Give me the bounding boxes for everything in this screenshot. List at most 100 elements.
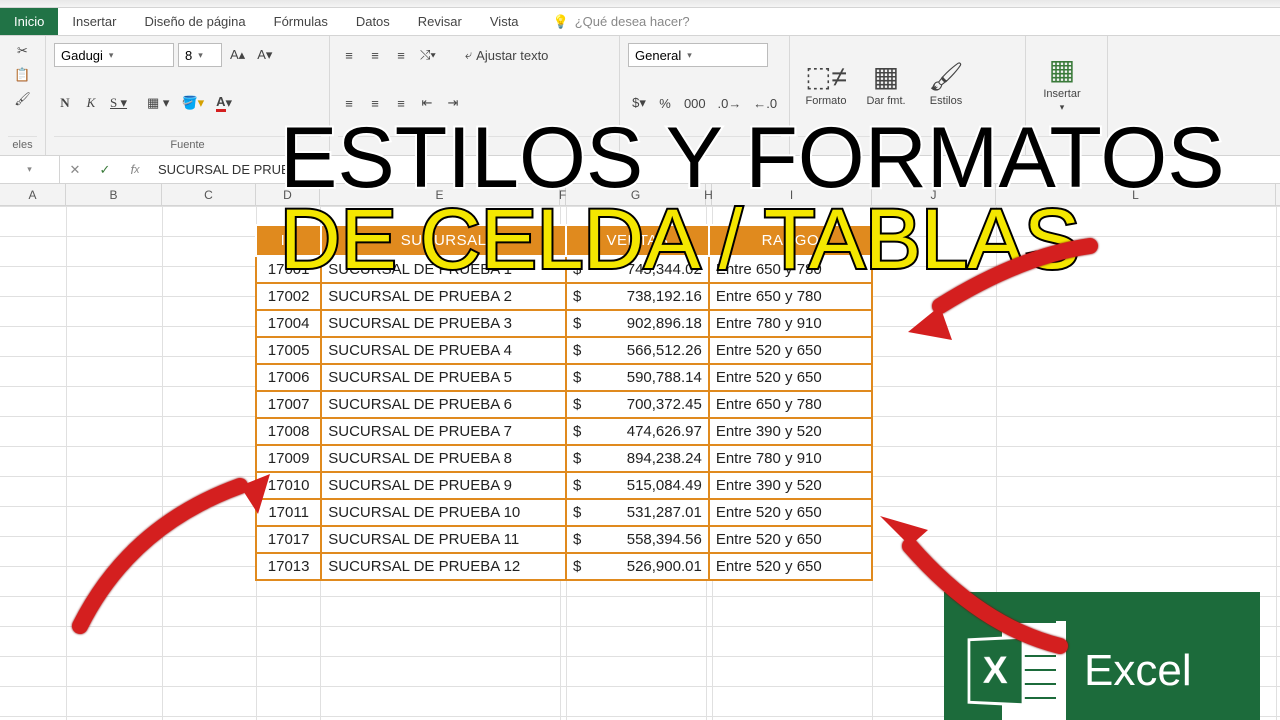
align-bottom-button[interactable]: ≡ xyxy=(390,44,412,66)
cell-sucursal[interactable]: SUCURSAL DE PRUEBA 11 xyxy=(321,526,566,553)
table-row[interactable]: 17010SUCURSAL DE PRUEBA 9$515,084.49Entr… xyxy=(256,472,872,499)
cell-ventas[interactable]: $590,788.14 xyxy=(566,364,709,391)
align-left-button[interactable]: ≡ xyxy=(338,92,360,114)
table-row[interactable]: 17004SUCURSAL DE PRUEBA 3$902,896.18Entr… xyxy=(256,310,872,337)
cell-sucursal[interactable]: SUCURSAL DE PRUEBA 9 xyxy=(321,472,566,499)
cut-icon[interactable]: ✂ xyxy=(8,40,37,62)
table-row[interactable]: 17005SUCURSAL DE PRUEBA 4$566,512.26Entr… xyxy=(256,337,872,364)
cell-sucursal[interactable]: SUCURSAL DE PRUEBA 8 xyxy=(321,445,566,472)
font-name-combo[interactable]: Gadugi ▾ xyxy=(54,43,174,67)
table-row[interactable]: 17001SUCURSAL DE PRUEBA 1$745,344.02Entr… xyxy=(256,256,872,283)
cell-styles-button[interactable]: 🖌 Estilos xyxy=(918,40,974,126)
cell-id[interactable]: 17004 xyxy=(256,310,321,337)
cell-id[interactable]: 17009 xyxy=(256,445,321,472)
cell-rango[interactable]: Entre 520 y 650 xyxy=(709,553,872,580)
cell-id[interactable]: 17002 xyxy=(256,283,321,310)
cell-ventas[interactable]: $558,394.56 xyxy=(566,526,709,553)
shrink-font-button[interactable]: A▾ xyxy=(253,44,276,66)
cell-sucursal[interactable]: SUCURSAL DE PRUEBA 6 xyxy=(321,391,566,418)
fx-button[interactable]: fx xyxy=(120,162,150,177)
border-button[interactable]: ▦ ▾ xyxy=(143,92,173,114)
name-box[interactable]: ▾ xyxy=(0,156,60,183)
number-format-combo[interactable]: General ▾ xyxy=(628,43,768,67)
orientation-button[interactable]: ⤭▾ xyxy=(416,44,440,66)
cell-id[interactable]: 17013 xyxy=(256,553,321,580)
column-header-D[interactable]: D xyxy=(256,184,320,205)
table-row[interactable]: 17007SUCURSAL DE PRUEBA 6$700,372.45Entr… xyxy=(256,391,872,418)
increase-decimal-button[interactable]: .0→ xyxy=(714,92,746,114)
col-rango-header[interactable]: RANGO xyxy=(709,225,872,256)
cell-ventas[interactable]: $526,900.01 xyxy=(566,553,709,580)
cell-ventas[interactable]: $474,626.97 xyxy=(566,418,709,445)
column-header-G[interactable]: G xyxy=(566,184,706,205)
col-ventas-header[interactable]: VENTAS xyxy=(566,225,709,256)
cell-rango[interactable]: Entre 390 y 520 xyxy=(709,418,872,445)
tab-datos[interactable]: Datos xyxy=(342,8,404,35)
wrap-text-button[interactable]: ⤶ Ajustar texto xyxy=(458,44,556,66)
align-top-button[interactable]: ≡ xyxy=(338,44,360,66)
cell-rango[interactable]: Entre 650 y 780 xyxy=(709,256,872,283)
cell-sucursal[interactable]: SUCURSAL DE PRUEBA 5 xyxy=(321,364,566,391)
comma-format-button[interactable]: 000 xyxy=(680,92,710,114)
percent-format-button[interactable]: % xyxy=(654,92,676,114)
tab-inicio[interactable]: Inicio xyxy=(0,8,58,35)
cell-sucursal[interactable]: SUCURSAL DE PRUEBA 12 xyxy=(321,553,566,580)
cell-sucursal[interactable]: SUCURSAL DE PRUEBA 10 xyxy=(321,499,566,526)
bold-button[interactable]: N xyxy=(54,92,76,114)
cell-id[interactable]: 17001 xyxy=(256,256,321,283)
formula-input[interactable] xyxy=(150,156,1280,183)
decrease-decimal-button[interactable]: ←.0 xyxy=(749,92,781,114)
cell-rango[interactable]: Entre 390 y 520 xyxy=(709,472,872,499)
table-row[interactable]: 17017SUCURSAL DE PRUEBA 11$558,394.56Ent… xyxy=(256,526,872,553)
cell-rango[interactable]: Entre 520 y 650 xyxy=(709,499,872,526)
cell-rango[interactable]: Entre 650 y 780 xyxy=(709,283,872,310)
worksheet-grid[interactable]: ID SUCURSAL VENTAS RANGO 17001SUCURSAL D… xyxy=(0,206,1280,720)
cell-id[interactable]: 17010 xyxy=(256,472,321,499)
underline-button[interactable]: S ▾ xyxy=(106,92,131,114)
italic-button[interactable]: K xyxy=(80,92,102,114)
cell-id[interactable]: 17006 xyxy=(256,364,321,391)
table-row[interactable]: 17011SUCURSAL DE PRUEBA 10$531,287.01Ent… xyxy=(256,499,872,526)
cell-id[interactable]: 17007 xyxy=(256,391,321,418)
tab-diseno[interactable]: Diseño de página xyxy=(130,8,259,35)
cancel-entry-button[interactable]: ✕ xyxy=(60,162,90,178)
cell-ventas[interactable]: $531,287.01 xyxy=(566,499,709,526)
table-row[interactable]: 17002SUCURSAL DE PRUEBA 2$738,192.16Entr… xyxy=(256,283,872,310)
cell-rango[interactable]: Entre 520 y 650 xyxy=(709,526,872,553)
align-right-button[interactable]: ≡ xyxy=(390,92,412,114)
cell-sucursal[interactable]: SUCURSAL DE PRUEBA 4 xyxy=(321,337,566,364)
table-row[interactable]: 17013SUCURSAL DE PRUEBA 12$526,900.01Ent… xyxy=(256,553,872,580)
table-row[interactable]: 17009SUCURSAL DE PRUEBA 8$894,238.24Entr… xyxy=(256,445,872,472)
column-header-E[interactable]: E xyxy=(320,184,560,205)
table-row[interactable]: 17006SUCURSAL DE PRUEBA 5$590,788.14Entr… xyxy=(256,364,872,391)
tell-me-search[interactable]: 💡 ¿Qué desea hacer? xyxy=(553,14,690,30)
grow-font-button[interactable]: A▴ xyxy=(226,44,249,66)
col-sucursal-header[interactable]: SUCURSAL xyxy=(321,225,566,256)
cell-rango[interactable]: Entre 650 y 780 xyxy=(709,391,872,418)
cell-rango[interactable]: Entre 520 y 650 xyxy=(709,337,872,364)
column-header-J[interactable]: J xyxy=(872,184,996,205)
cell-sucursal[interactable]: SUCURSAL DE PRUEBA 2 xyxy=(321,283,566,310)
tab-vista[interactable]: Vista xyxy=(476,8,533,35)
cell-sucursal[interactable]: SUCURSAL DE PRUEBA 1 xyxy=(321,256,566,283)
cell-ventas[interactable]: $738,192.16 xyxy=(566,283,709,310)
accounting-format-button[interactable]: $▾ xyxy=(628,92,650,114)
column-header-I[interactable]: I xyxy=(712,184,872,205)
tab-insertar[interactable]: Insertar xyxy=(58,8,130,35)
cell-ventas[interactable]: $894,238.24 xyxy=(566,445,709,472)
cell-sucursal[interactable]: SUCURSAL DE PRUEBA 3 xyxy=(321,310,566,337)
format-painter-icon[interactable]: 🖌 xyxy=(8,88,37,110)
cell-ventas[interactable]: $745,344.02 xyxy=(566,256,709,283)
tab-formulas[interactable]: Fórmulas xyxy=(260,8,342,35)
cell-id[interactable]: 17005 xyxy=(256,337,321,364)
insert-cells-button[interactable]: ▦ Insertar ▾ xyxy=(1034,40,1090,126)
format-as-table-button[interactable]: ▦ Dar fmt. xyxy=(858,40,914,126)
cell-rango[interactable]: Entre 780 y 910 xyxy=(709,445,872,472)
cell-id[interactable]: 17011 xyxy=(256,499,321,526)
tab-revisar[interactable]: Revisar xyxy=(404,8,476,35)
cell-id[interactable]: 17017 xyxy=(256,526,321,553)
column-header-L[interactable]: L xyxy=(996,184,1276,205)
col-id-header[interactable]: ID xyxy=(256,225,321,256)
confirm-entry-button[interactable]: ✓ xyxy=(90,162,120,178)
fill-color-button[interactable]: 🪣▾ xyxy=(177,92,208,114)
